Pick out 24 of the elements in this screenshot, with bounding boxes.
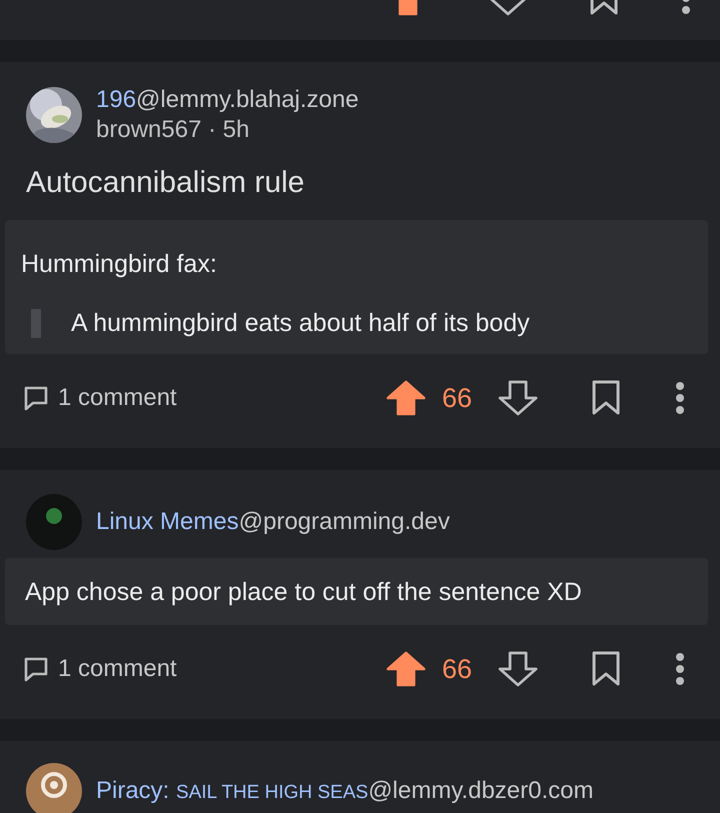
more-icon[interactable] <box>674 380 686 416</box>
post-title[interactable]: Autocannibalism rule <box>0 152 720 220</box>
vote-score: 66 <box>442 382 472 414</box>
avatar-icon <box>26 763 82 813</box>
quote-text: A hummingbird eats about half of its body <box>71 309 530 338</box>
post-author[interactable]: brown567 · 5h <box>96 116 359 144</box>
comment-count[interactable]: 1 comment <box>58 384 177 412</box>
body-text: App chose a poor place to cut off the sentence XD <box>25 578 583 607</box>
bookmark-icon[interactable] <box>590 380 622 416</box>
downvote-icon[interactable] <box>498 380 538 416</box>
upvote-icon[interactable] <box>386 651 426 687</box>
community-name[interactable]: Linux Memes@programming.dev <box>96 508 450 536</box>
comment-count[interactable]: 1 comment <box>58 655 177 683</box>
quote-bar <box>31 309 41 338</box>
comment-icon <box>22 655 50 683</box>
body-text: Hummingbird fax: <box>21 250 218 279</box>
comment-icon <box>22 384 50 412</box>
avatar-icon <box>26 494 82 550</box>
bookmark-icon[interactable] <box>590 651 622 687</box>
upvote-icon[interactable] <box>386 380 426 416</box>
downvote-icon[interactable] <box>498 651 538 687</box>
more-icon[interactable] <box>674 651 686 687</box>
community-name[interactable]: 196@lemmy.blahaj.zone <box>96 86 359 114</box>
vote-score: 66 <box>442 654 472 684</box>
